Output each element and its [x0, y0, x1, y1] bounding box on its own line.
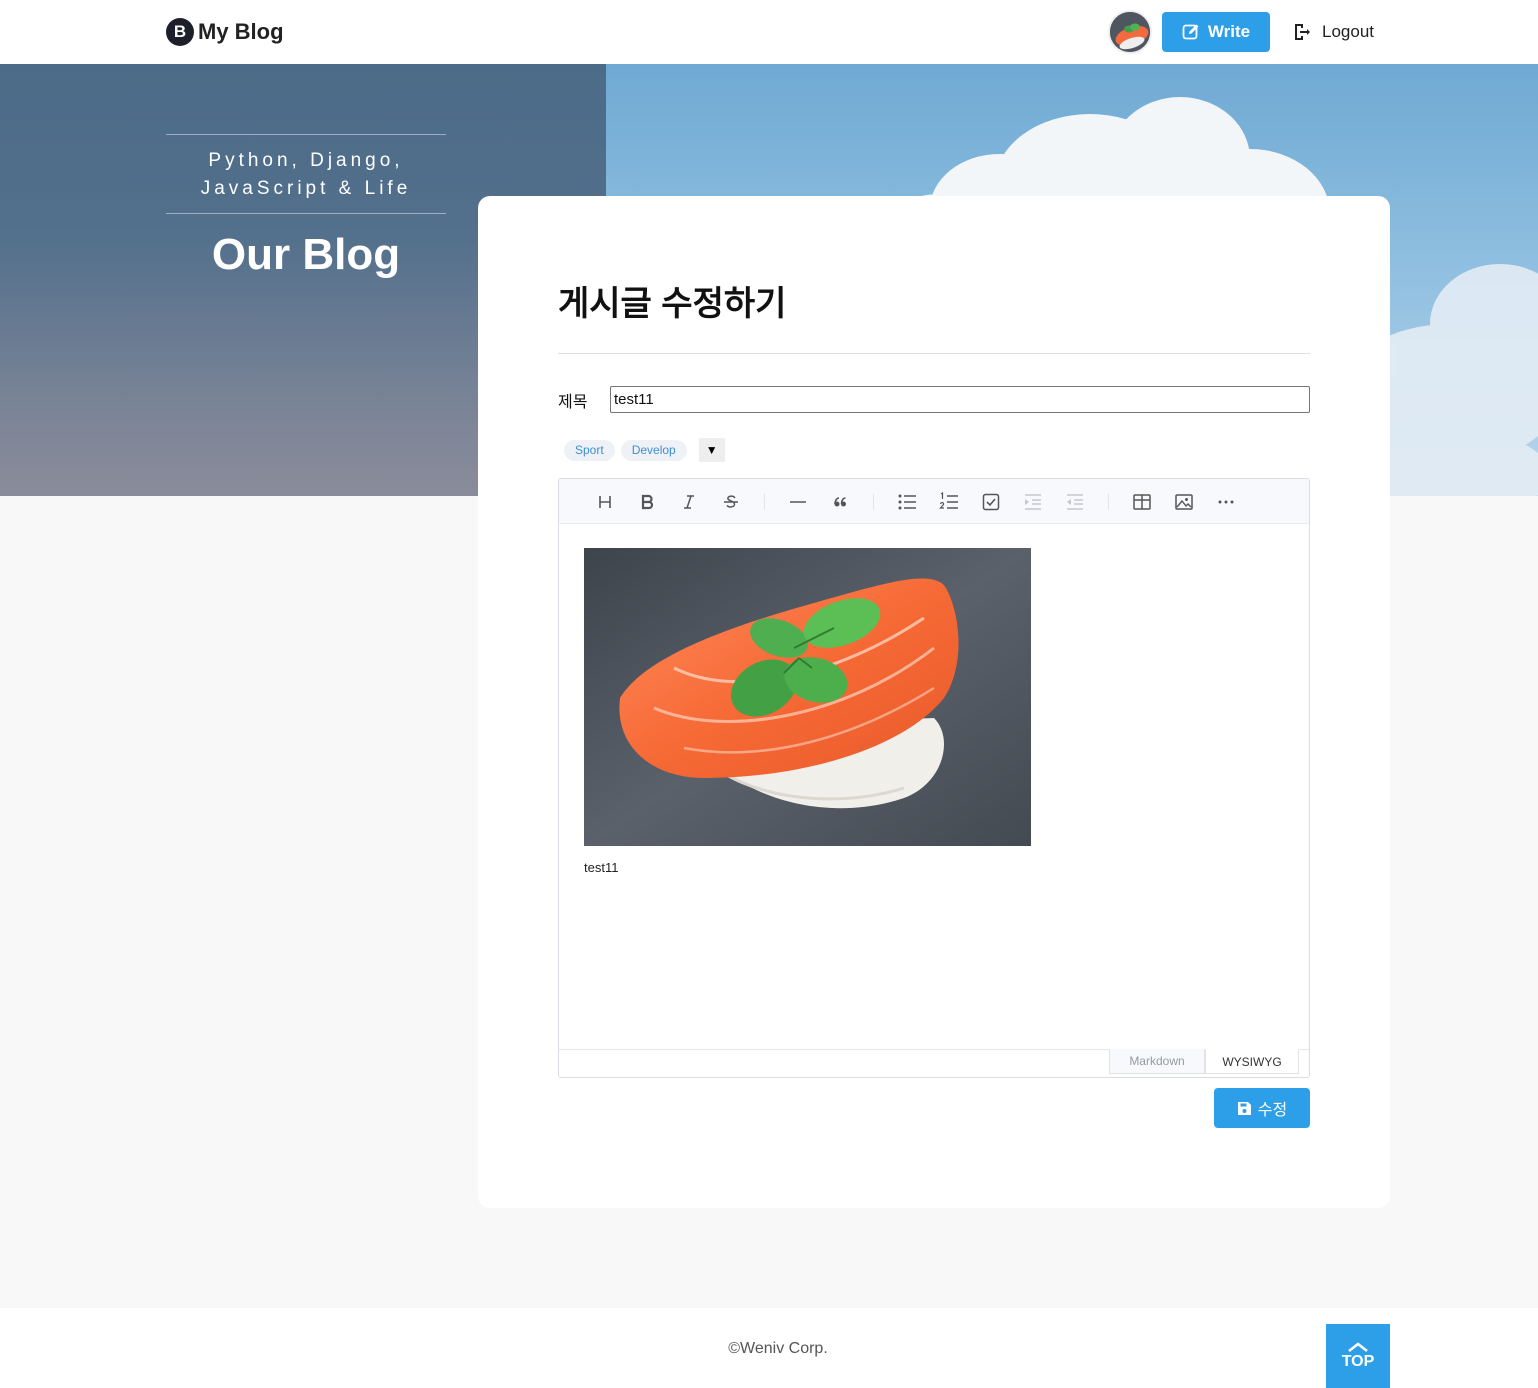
write-button[interactable]: Write [1162, 12, 1270, 52]
write-label: Write [1207, 22, 1251, 41]
chevron-up-icon [1348, 1342, 1368, 1353]
bold-icon[interactable] [633, 488, 661, 516]
copyright-text: ©Weniv Corp. [728, 1340, 828, 1357]
logo-mark-icon: B [166, 18, 194, 46]
tag-chip-develop[interactable]: Develop [620, 439, 687, 461]
site-logo[interactable]: B My Blog [166, 16, 284, 48]
hr-icon[interactable] [784, 488, 812, 516]
task-list-icon[interactable] [977, 488, 1005, 516]
toolbar-divider [1108, 494, 1109, 510]
more-icon[interactable] [1212, 488, 1240, 516]
table-icon[interactable] [1128, 488, 1156, 516]
toolbar-divider [764, 494, 765, 510]
logout-button[interactable]: Logout [1292, 12, 1374, 52]
heading-icon[interactable] [591, 488, 619, 516]
markdown-mode-tab[interactable]: Markdown [1109, 1049, 1205, 1074]
image-icon[interactable] [1170, 488, 1198, 516]
tagline-line-1: Python, Django, [208, 150, 404, 171]
tag-selector: Sport Develop ▼ [564, 438, 725, 462]
editor-toolbar [559, 479, 1309, 524]
tag-chip-sport[interactable]: Sport [564, 439, 615, 461]
title-label: 제목 [558, 394, 588, 411]
strike-icon[interactable] [717, 488, 745, 516]
save-button[interactable]: 수정 [1214, 1088, 1310, 1128]
editor-content[interactable]: test11 [584, 548, 1284, 875]
italic-icon[interactable] [675, 488, 703, 516]
tagline-line-2: JavaScript & Life [200, 178, 412, 199]
scroll-top-button[interactable]: TOP [1326, 1324, 1390, 1388]
hero-tagline: Python, Django, JavaScript & Life [166, 134, 446, 214]
editor-body-text: test11 [584, 860, 619, 875]
logout-label: Logout [1322, 22, 1374, 41]
outdent-icon[interactable] [1061, 488, 1089, 516]
rich-text-editor: test11 Markdown WYSIWYG [558, 478, 1310, 1078]
logo-text: My Blog [198, 19, 284, 44]
bullet-list-icon[interactable] [893, 488, 921, 516]
tag-dropdown-toggle[interactable]: ▼ [698, 438, 725, 462]
user-avatar[interactable] [1108, 10, 1152, 54]
title-input[interactable] [610, 386, 1310, 413]
toolbar-divider [873, 494, 874, 510]
editor-mode-bar: Markdown WYSIWYG [559, 1049, 1309, 1077]
avatar-image [1110, 12, 1150, 52]
sushi-photo [584, 548, 1031, 846]
edit-icon [1182, 24, 1199, 40]
logout-icon [1295, 24, 1310, 40]
quote-icon[interactable] [826, 488, 854, 516]
title-divider [558, 353, 1310, 354]
wysiwyg-mode-tab[interactable]: WYSIWYG [1205, 1049, 1299, 1074]
site-header: B My Blog Write Logout [0, 0, 1538, 64]
indent-icon[interactable] [1019, 488, 1047, 516]
site-footer: ©Weniv Corp. TOP [0, 1308, 1538, 1388]
page-title: 게시글 수정하기 [558, 285, 787, 323]
sushi-image[interactable] [584, 548, 1031, 846]
save-label: 수정 [1257, 1102, 1288, 1119]
scroll-top-label: TOP [1341, 1353, 1375, 1370]
hero-title: Our Blog [211, 230, 401, 279]
save-icon [1237, 1101, 1251, 1115]
edit-post-card: 게시글 수정하기 제목 Sport Develop ▼ [478, 196, 1390, 1208]
ordered-list-icon[interactable] [935, 488, 963, 516]
